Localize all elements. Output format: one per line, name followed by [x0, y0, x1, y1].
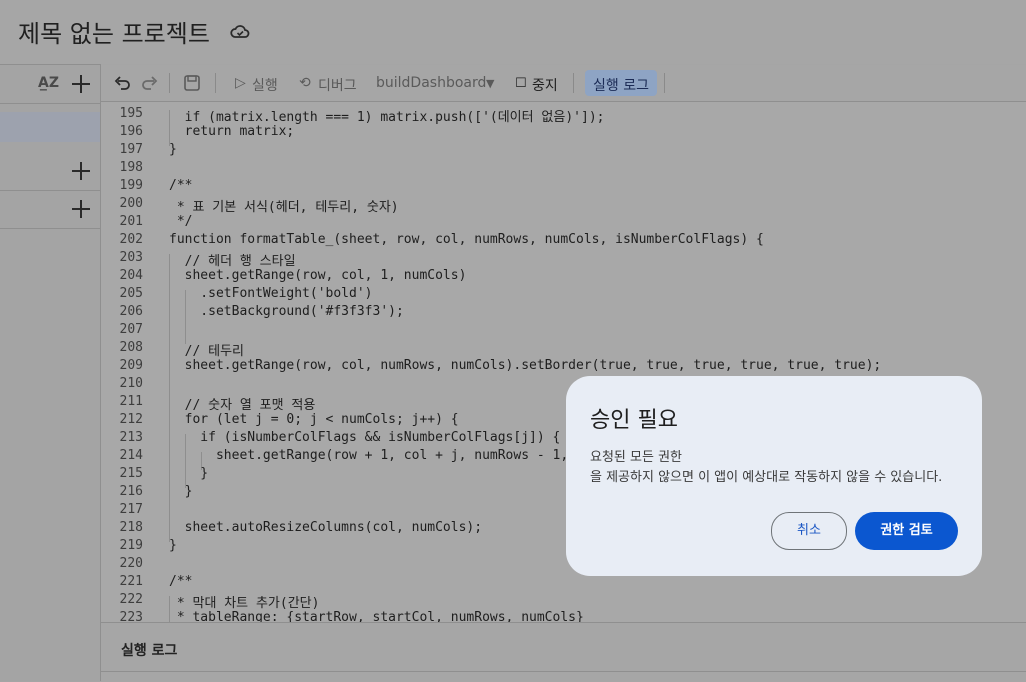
line-number: 211 — [119, 394, 143, 409]
code-line[interactable]: * 막대 차트 추가(간단) — [169, 592, 320, 611]
project-title[interactable]: 제목 없는 프로젝트 — [18, 14, 210, 49]
line-number: 223 — [119, 610, 143, 622]
line-number: 199 — [119, 178, 143, 193]
code-line[interactable]: if (isNumberColFlags && isNumberColFlags… — [169, 430, 560, 445]
line-number: 209 — [119, 358, 143, 373]
review-permissions-button[interactable]: 권한 검토 — [855, 512, 958, 550]
line-number: 197 — [119, 142, 143, 157]
code-line[interactable]: */ — [169, 214, 193, 229]
services-row[interactable] — [0, 190, 100, 229]
line-number: 208 — [119, 340, 143, 355]
code-line[interactable]: } — [169, 538, 177, 553]
line-number: 221 — [119, 574, 143, 589]
code-line[interactable]: } — [169, 484, 193, 499]
code-line[interactable]: } — [169, 466, 208, 481]
function-select[interactable]: buildDashboard — [376, 75, 486, 91]
line-number: 204 — [119, 268, 143, 283]
line-number: 203 — [119, 250, 143, 265]
files-toolbar: A̲Z — [0, 64, 100, 104]
selected-file-item[interactable] — [0, 112, 100, 142]
code-line[interactable]: .setFontWeight('bold') — [169, 286, 372, 301]
left-sidebar: A̲Z — [0, 64, 101, 681]
dialog-message: 요청된 모든 권한 을 제공하지 않으면 이 앱이 예상대로 작동하지 않을 수… — [590, 448, 970, 488]
libraries-row[interactable] — [0, 152, 100, 191]
dialog-message-line2: 을 제공하지 않으면 이 앱이 예상대로 작동하지 않을 수 있습니다. — [590, 470, 943, 485]
code-line[interactable]: // 테두리 — [169, 340, 244, 359]
line-number: 220 — [119, 556, 143, 571]
line-number: 222 — [119, 592, 143, 607]
line-number: 213 — [119, 430, 143, 445]
line-number: 205 — [119, 286, 143, 301]
stop-icon[interactable]: ☐ — [515, 76, 527, 91]
code-line[interactable]: sheet.autoResizeColumns(col, numCols); — [169, 520, 482, 535]
dialog-title: 승인 필요 — [590, 408, 678, 433]
code-line[interactable]: // 숫자 열 포맷 적용 — [169, 394, 316, 413]
run-icon[interactable]: ▷ — [235, 75, 246, 91]
toolbar-divider — [215, 73, 216, 93]
editor-toolbar: ▷ 실행 ⟲ 디버그 buildDashboard ▼ ☐ 중지 실행 로그 — [101, 65, 1026, 102]
line-number: 219 — [119, 538, 143, 553]
add-library-icon[interactable] — [71, 161, 91, 181]
line-number: 201 — [119, 214, 143, 229]
code-line[interactable]: sheet.getRange(row + 1, col + j, numRows… — [169, 448, 568, 463]
line-number: 218 — [119, 520, 143, 535]
debug-button[interactable]: 디버그 — [318, 75, 357, 95]
code-line[interactable]: .setBackground('#f3f3f3'); — [169, 304, 404, 319]
cloud-icon[interactable] — [230, 22, 250, 42]
cancel-button[interactable]: 취소 — [771, 512, 847, 550]
code-line[interactable]: function formatTable_(sheet, row, col, n… — [169, 232, 764, 247]
run-button[interactable]: 실행 — [252, 75, 278, 95]
execution-log-title: 실행 로그 — [121, 643, 178, 659]
code-line[interactable]: /** — [169, 178, 192, 193]
code-line[interactable]: for (let j = 0; j < numCols; j++) { — [169, 412, 459, 427]
stop-button[interactable]: 중지 — [532, 75, 558, 95]
line-number: 207 — [119, 322, 143, 337]
line-number: 196 — [119, 124, 143, 139]
add-file-icon[interactable] — [71, 74, 91, 94]
toolbar-divider — [664, 73, 665, 93]
code-line[interactable]: * tableRange: {startRow, startCol, numRo… — [169, 610, 584, 622]
line-number: 210 — [119, 376, 143, 391]
code-line[interactable]: /** — [169, 574, 192, 589]
line-number: 217 — [119, 502, 143, 517]
line-number: 216 — [119, 484, 143, 499]
divider — [101, 671, 1026, 672]
line-number: 215 — [119, 466, 143, 481]
apps-script-editor: 제목 없는 프로젝트 A̲Z ▷ 실행 ⟲ 디버그 buildDashboard… — [0, 0, 1026, 682]
title-bar: 제목 없는 프로젝트 — [0, 0, 1026, 64]
execution-log-button[interactable]: 실행 로그 — [585, 70, 657, 96]
save-icon[interactable] — [183, 74, 201, 92]
authorization-dialog: 승인 필요 요청된 모든 권한 을 제공하지 않으면 이 앱이 예상대로 작동하… — [566, 376, 982, 576]
line-number: 212 — [119, 412, 143, 427]
code-line[interactable]: } — [169, 142, 177, 157]
line-number: 195 — [119, 106, 143, 121]
line-number: 198 — [119, 160, 143, 175]
code-line[interactable]: * 표 기본 서식(헤더, 테두리, 숫자) — [169, 196, 399, 215]
dialog-message-line1: 요청된 모든 권한 — [590, 450, 682, 465]
debug-icon[interactable]: ⟲ — [299, 75, 311, 91]
toolbar-divider — [573, 73, 574, 93]
sort-az-icon[interactable]: A̲Z — [38, 75, 59, 91]
execution-log-label: 실행 로그 — [593, 78, 649, 94]
add-service-icon[interactable] — [71, 199, 91, 219]
execution-log-panel: 실행 로그 — [101, 622, 1026, 682]
code-line[interactable]: // 헤더 행 스타일 — [169, 250, 296, 269]
dropdown-icon[interactable]: ▼ — [486, 77, 494, 90]
undo-icon[interactable] — [113, 74, 131, 92]
line-number: 214 — [119, 448, 143, 463]
code-line[interactable]: sheet.getRange(row, col, 1, numCols) — [169, 268, 467, 283]
line-number: 202 — [119, 232, 143, 247]
redo-icon[interactable] — [141, 74, 159, 92]
line-number: 206 — [119, 304, 143, 319]
code-line[interactable]: if (matrix.length === 1) matrix.push(['(… — [169, 106, 605, 125]
line-number: 200 — [119, 196, 143, 211]
toolbar-divider — [169, 73, 170, 93]
code-line[interactable]: sheet.getRange(row, col, numRows, numCol… — [169, 358, 882, 373]
code-line[interactable]: return matrix; — [169, 124, 295, 139]
